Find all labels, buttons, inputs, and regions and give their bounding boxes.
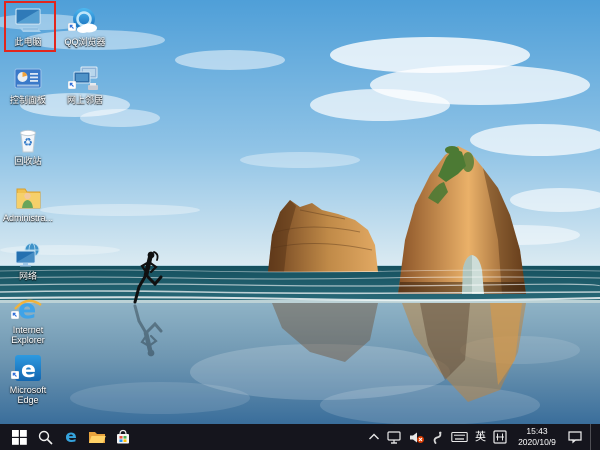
ime-language-indicator[interactable]: 英 — [475, 424, 486, 450]
internet-explorer-icon: e — [13, 293, 43, 323]
icon-label: 此电脑 — [1, 37, 55, 47]
tray-touch-keyboard[interactable] — [451, 424, 468, 450]
chevron-up-icon — [368, 432, 380, 442]
network-places-icon — [70, 63, 100, 93]
shortcut-arrow-icon — [11, 306, 19, 324]
control-panel-icon — [13, 63, 43, 93]
search-button[interactable] — [32, 424, 58, 450]
action-center-button[interactable] — [567, 424, 583, 450]
file-explorer-icon — [88, 430, 106, 445]
tray-tool[interactable] — [432, 424, 444, 450]
icon-label: 网上邻居 — [58, 95, 112, 105]
desktop-icon-control-panel[interactable]: 控制面板 — [1, 63, 55, 105]
desktop-icon-microsoft-edge[interactable]: e Microsoft Edge — [1, 353, 55, 406]
microsoft-edge-icon: e — [13, 353, 43, 383]
svg-text:e: e — [21, 358, 36, 383]
taskbar-store-button[interactable] — [110, 424, 136, 450]
icon-label: Administra... — [1, 213, 55, 223]
clock-date: 2020/10/9 — [514, 437, 560, 448]
ime-icon — [493, 430, 507, 444]
icon-label: 网络 — [1, 271, 55, 281]
show-desktop-button[interactable] — [590, 424, 595, 450]
shortcut-arrow-icon — [11, 366, 19, 384]
notification-icon — [567, 430, 583, 444]
icon-label: Microsoft Edge — [1, 385, 55, 406]
ime-mode-icon[interactable] — [493, 424, 507, 450]
search-icon — [38, 430, 53, 445]
desktop-icon-network-places[interactable]: 网上邻居 — [58, 63, 112, 105]
clock-time: 15:43 — [514, 426, 560, 437]
this-pc-icon — [13, 5, 43, 35]
icon-label: Internet Explorer — [1, 325, 55, 346]
desktop-icon-qq-browser[interactable]: QQ浏览器 — [58, 5, 112, 47]
desktop-icon-network[interactable]: 网络 — [1, 239, 55, 281]
desktop-icon-admin-folder[interactable]: Administra... — [1, 181, 55, 223]
icon-label: QQ浏览器 — [58, 37, 112, 47]
hidden-icons-chevron[interactable] — [368, 424, 380, 450]
taskbar-edge-button[interactable]: e — [58, 424, 84, 450]
taskbar: e — [0, 424, 600, 450]
start-button[interactable] — [6, 424, 32, 450]
tray-volume[interactable] — [409, 424, 425, 450]
user-folder-icon — [13, 181, 43, 211]
windows-logo-icon — [12, 430, 27, 445]
desktop-icon-recycle-bin[interactable]: ♻ 回收站 — [1, 124, 55, 166]
edge-icon: e — [65, 429, 77, 446]
volume-muted-icon — [409, 431, 425, 444]
recycle-bin-icon: ♻ — [13, 124, 43, 154]
svg-text:e: e — [18, 294, 36, 323]
icon-label: 回收站 — [1, 156, 55, 166]
taskbar-clock[interactable]: 15:43 2020/10/9 — [514, 426, 560, 448]
tool-icon — [432, 431, 444, 444]
desktop-icon-this-pc[interactable]: 此电脑 — [1, 5, 55, 47]
desktop: 此电脑 QQ浏览器 — [0, 0, 600, 450]
taskbar-file-explorer-button[interactable] — [84, 424, 110, 450]
svg-text:♻: ♻ — [23, 136, 33, 149]
shortcut-arrow-icon — [68, 76, 76, 94]
network-icon — [13, 239, 43, 269]
shortcut-arrow-icon — [68, 18, 76, 36]
icon-label: 控制面板 — [1, 95, 55, 105]
store-icon — [115, 429, 131, 445]
keyboard-icon — [451, 431, 468, 443]
desktop-icon-internet-explorer[interactable]: e Internet Explorer — [1, 293, 55, 346]
ethernet-network-icon — [387, 431, 402, 444]
qq-browser-icon — [70, 5, 100, 35]
tray-network[interactable] — [387, 424, 402, 450]
